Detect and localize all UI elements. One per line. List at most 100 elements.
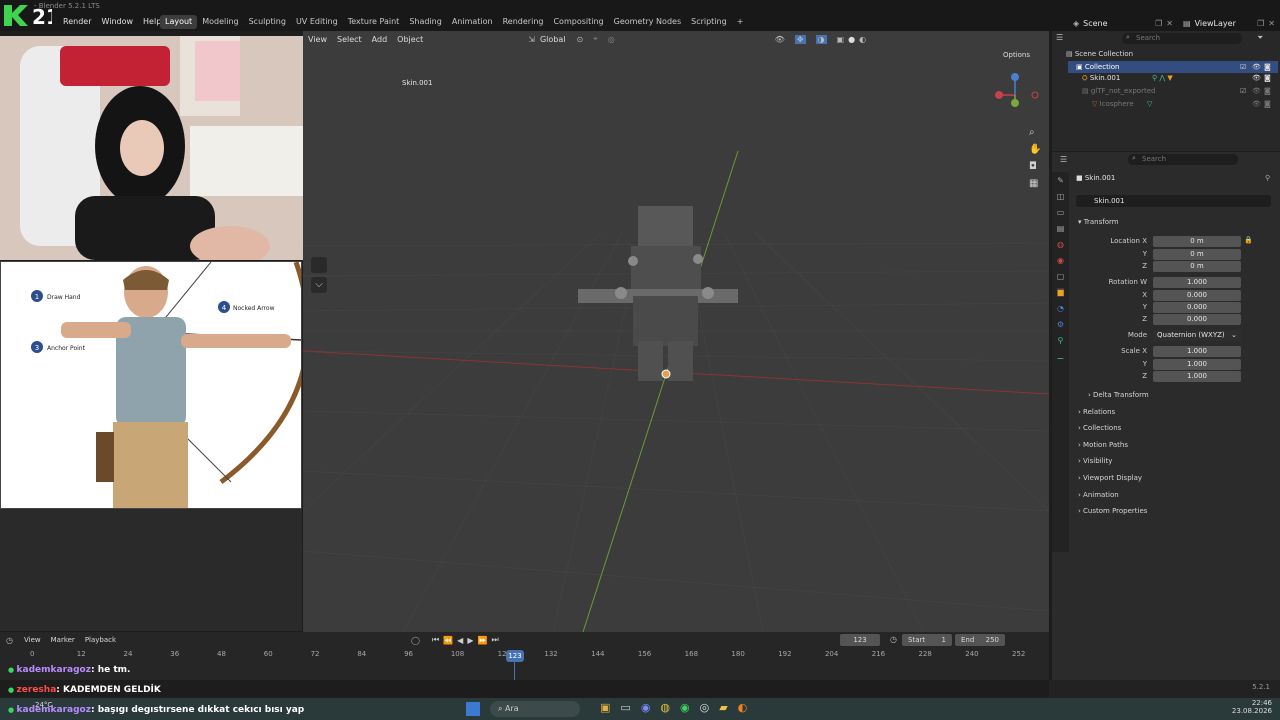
tab-shading[interactable]: Shading	[404, 15, 447, 29]
tool-tab-icon[interactable]: ✎	[1057, 176, 1064, 185]
data-tab-icon[interactable]: ⚲	[1058, 336, 1064, 345]
viewport-menu-object[interactable]: Object	[392, 35, 428, 44]
pin-icon[interactable]: ⚲	[1265, 174, 1270, 182]
timeline-menu-playback[interactable]: Playback	[80, 636, 121, 644]
obs-icon[interactable]: ◎	[700, 701, 710, 714]
menu-window[interactable]: Window	[96, 16, 138, 28]
eye-icon[interactable]: 👁	[1252, 61, 1261, 73]
outliner-row-scene-collection[interactable]: ▤ Scene Collection	[1066, 50, 1133, 58]
remove-scene-icon[interactable]: ✕	[1166, 19, 1173, 28]
snap-icon[interactable]: ⌖	[593, 34, 598, 44]
rotation-mode-dropdown[interactable]: Quaternion (WXYZ) ⌄	[1153, 330, 1241, 341]
timeline-menu-view[interactable]: View	[19, 636, 46, 644]
tab-uv-editing[interactable]: UV Editing	[291, 15, 343, 29]
pan-hand-icon[interactable]: ✋	[1029, 144, 1041, 155]
playhead[interactable]: 123	[506, 650, 524, 662]
tab-rendering[interactable]: Rendering	[498, 15, 549, 29]
tab-modeling[interactable]: Modeling	[197, 15, 243, 29]
object-name-field[interactable]: Skin.001	[1076, 195, 1271, 207]
custom-properties-section[interactable]: › Custom Properties	[1078, 507, 1147, 515]
timeline-editor-icon[interactable]: ◷	[0, 636, 19, 645]
world-tab-icon[interactable]: ◉	[1057, 256, 1064, 265]
collections-section[interactable]: › Collections	[1078, 424, 1121, 432]
scale-z-field[interactable]: 1.000	[1153, 371, 1241, 382]
properties-editor-icon[interactable]: ☰	[1060, 155, 1067, 164]
scene-tab-icon[interactable]: ◍	[1057, 240, 1064, 249]
new-viewlayer-icon[interactable]: ❐	[1257, 19, 1264, 28]
xray-icon[interactable]: ▣	[837, 35, 845, 44]
tab-layout[interactable]: Layout	[160, 15, 198, 29]
checkbox-icon[interactable]: ☑	[1240, 87, 1246, 95]
tab-geometry-nodes[interactable]: Geometry Nodes	[609, 15, 686, 29]
3d-viewport[interactable]: View Select Add Object ⇲ Global ⊙ ⌖ ◎ 👁 …	[303, 31, 1049, 632]
tool-icon-1[interactable]	[311, 257, 327, 273]
timeline-ruler[interactable]: 0 12 24 36 48 60 72 84 96 108 120 132 144 156 168 180 19…	[0, 650, 1049, 662]
tab-texture-paint[interactable]: Texture Paint	[343, 15, 405, 29]
options-dropdown[interactable]: Options	[1003, 50, 1030, 59]
checkbox-icon[interactable]: ☑	[1240, 61, 1246, 73]
outliner-search-input[interactable]: ⌕ Search	[1122, 33, 1242, 44]
scale-x-field[interactable]: 1.000	[1153, 346, 1241, 357]
add-workspace-button[interactable]: +	[732, 15, 749, 29]
scale-y-field[interactable]: 1.000	[1153, 359, 1241, 370]
rotation-x-field[interactable]: 0.000	[1153, 290, 1241, 301]
record-icon[interactable]: ◯	[411, 636, 420, 645]
rotation-w-field[interactable]: 1.000	[1153, 277, 1241, 288]
camera-render-icon[interactable]: ◙	[1264, 61, 1271, 73]
jump-start-icon[interactable]: ⏮	[432, 635, 439, 645]
play-reverse-icon[interactable]: ◀	[457, 636, 463, 645]
tab-sculpting[interactable]: Sculpting	[244, 15, 291, 29]
zoom-icon[interactable]: ⌕	[1029, 127, 1041, 138]
proportional-edit-icon[interactable]: ◎	[608, 35, 615, 44]
outliner-row-collection[interactable]: ▣ Collection ☑ 👁 ◙	[1068, 61, 1278, 73]
grid-view-icon[interactable]: ▦	[1029, 178, 1041, 189]
bone-tab-icon[interactable]: ⚊	[1057, 352, 1064, 361]
play-icon[interactable]: ▶	[467, 636, 473, 645]
prev-keyframe-icon[interactable]: ⏪	[443, 636, 453, 645]
camera-render-icon[interactable]: ◙	[1264, 87, 1271, 95]
next-keyframe-icon[interactable]: ⏩	[477, 636, 487, 645]
new-scene-icon[interactable]: ❐	[1155, 19, 1162, 28]
delta-transform-section[interactable]: › Delta Transform	[1088, 391, 1149, 399]
collection-tab-icon[interactable]: ▢	[1057, 272, 1065, 281]
lock-icon[interactable]: 🔒	[1244, 236, 1253, 244]
location-y-field[interactable]: 0 m	[1153, 249, 1241, 260]
properties-search-input[interactable]: ⌕ Search	[1128, 154, 1238, 165]
visibility-section[interactable]: › Visibility	[1078, 457, 1112, 465]
relations-section[interactable]: › Relations	[1078, 408, 1115, 416]
transform-orientation-dropdown[interactable]: Global	[535, 35, 571, 44]
location-z-field[interactable]: 0 m	[1153, 261, 1241, 272]
output-tab-icon[interactable]: ▭	[1057, 208, 1065, 217]
outliner-row-gltf[interactable]: ▤ glTF_not_exported ☑ 👁 ◙	[1082, 87, 1278, 95]
outliner-row-skin[interactable]: ⛭ Skin.001 ⚲ ⋀ ▼ 👁 ◙	[1082, 74, 1278, 83]
menu-render[interactable]: Render	[58, 16, 96, 28]
taskbar-clock[interactable]: 22:46 23.08.2026	[1228, 699, 1272, 715]
render-tab-icon[interactable]: ◫	[1057, 192, 1065, 201]
tab-scripting[interactable]: Scripting	[686, 15, 732, 29]
jump-end-icon[interactable]: ⏭	[491, 635, 498, 645]
outliner-row-icosphere[interactable]: ▽ Icosphere ▽ 👁 ◙	[1092, 100, 1278, 108]
motion-paths-section[interactable]: › Motion Paths	[1078, 441, 1128, 449]
viewport-menu-view[interactable]: View	[303, 35, 332, 44]
camera-icon[interactable]: ◘	[1029, 161, 1041, 172]
end-frame-field[interactable]: End 250	[955, 634, 1005, 646]
physics-tab-icon[interactable]: ◔	[1057, 304, 1064, 313]
shading-material-icon[interactable]: ◐	[859, 35, 866, 44]
view-layer-tab-icon[interactable]: ▤	[1057, 224, 1065, 233]
blender-icon[interactable]: ◐	[738, 701, 748, 714]
object-tab-icon[interactable]: ■	[1056, 288, 1065, 297]
remove-viewlayer-icon[interactable]: ✕	[1268, 19, 1275, 28]
viewport-menu-select[interactable]: Select	[332, 35, 367, 44]
constraints-tab-icon[interactable]: ⚙	[1057, 320, 1064, 329]
overlay-icon[interactable]: ◑	[815, 34, 827, 44]
eye-icon[interactable]: 👁	[1252, 100, 1261, 108]
pivot-icon[interactable]: ⊙	[576, 35, 583, 44]
rotation-z-field[interactable]: 0.000	[1153, 314, 1241, 325]
timeline-menu-marker[interactable]: Marker	[46, 636, 80, 644]
tab-animation[interactable]: Animation	[447, 15, 498, 29]
scene-selector[interactable]: ◈ Scene ❐ ✕	[1073, 16, 1173, 30]
animation-section[interactable]: › Animation	[1078, 491, 1119, 499]
filter-icon[interactable]: ⏷	[1257, 33, 1263, 43]
location-x-field[interactable]: 0 m	[1153, 236, 1241, 247]
current-frame-field[interactable]: 123	[840, 634, 880, 646]
